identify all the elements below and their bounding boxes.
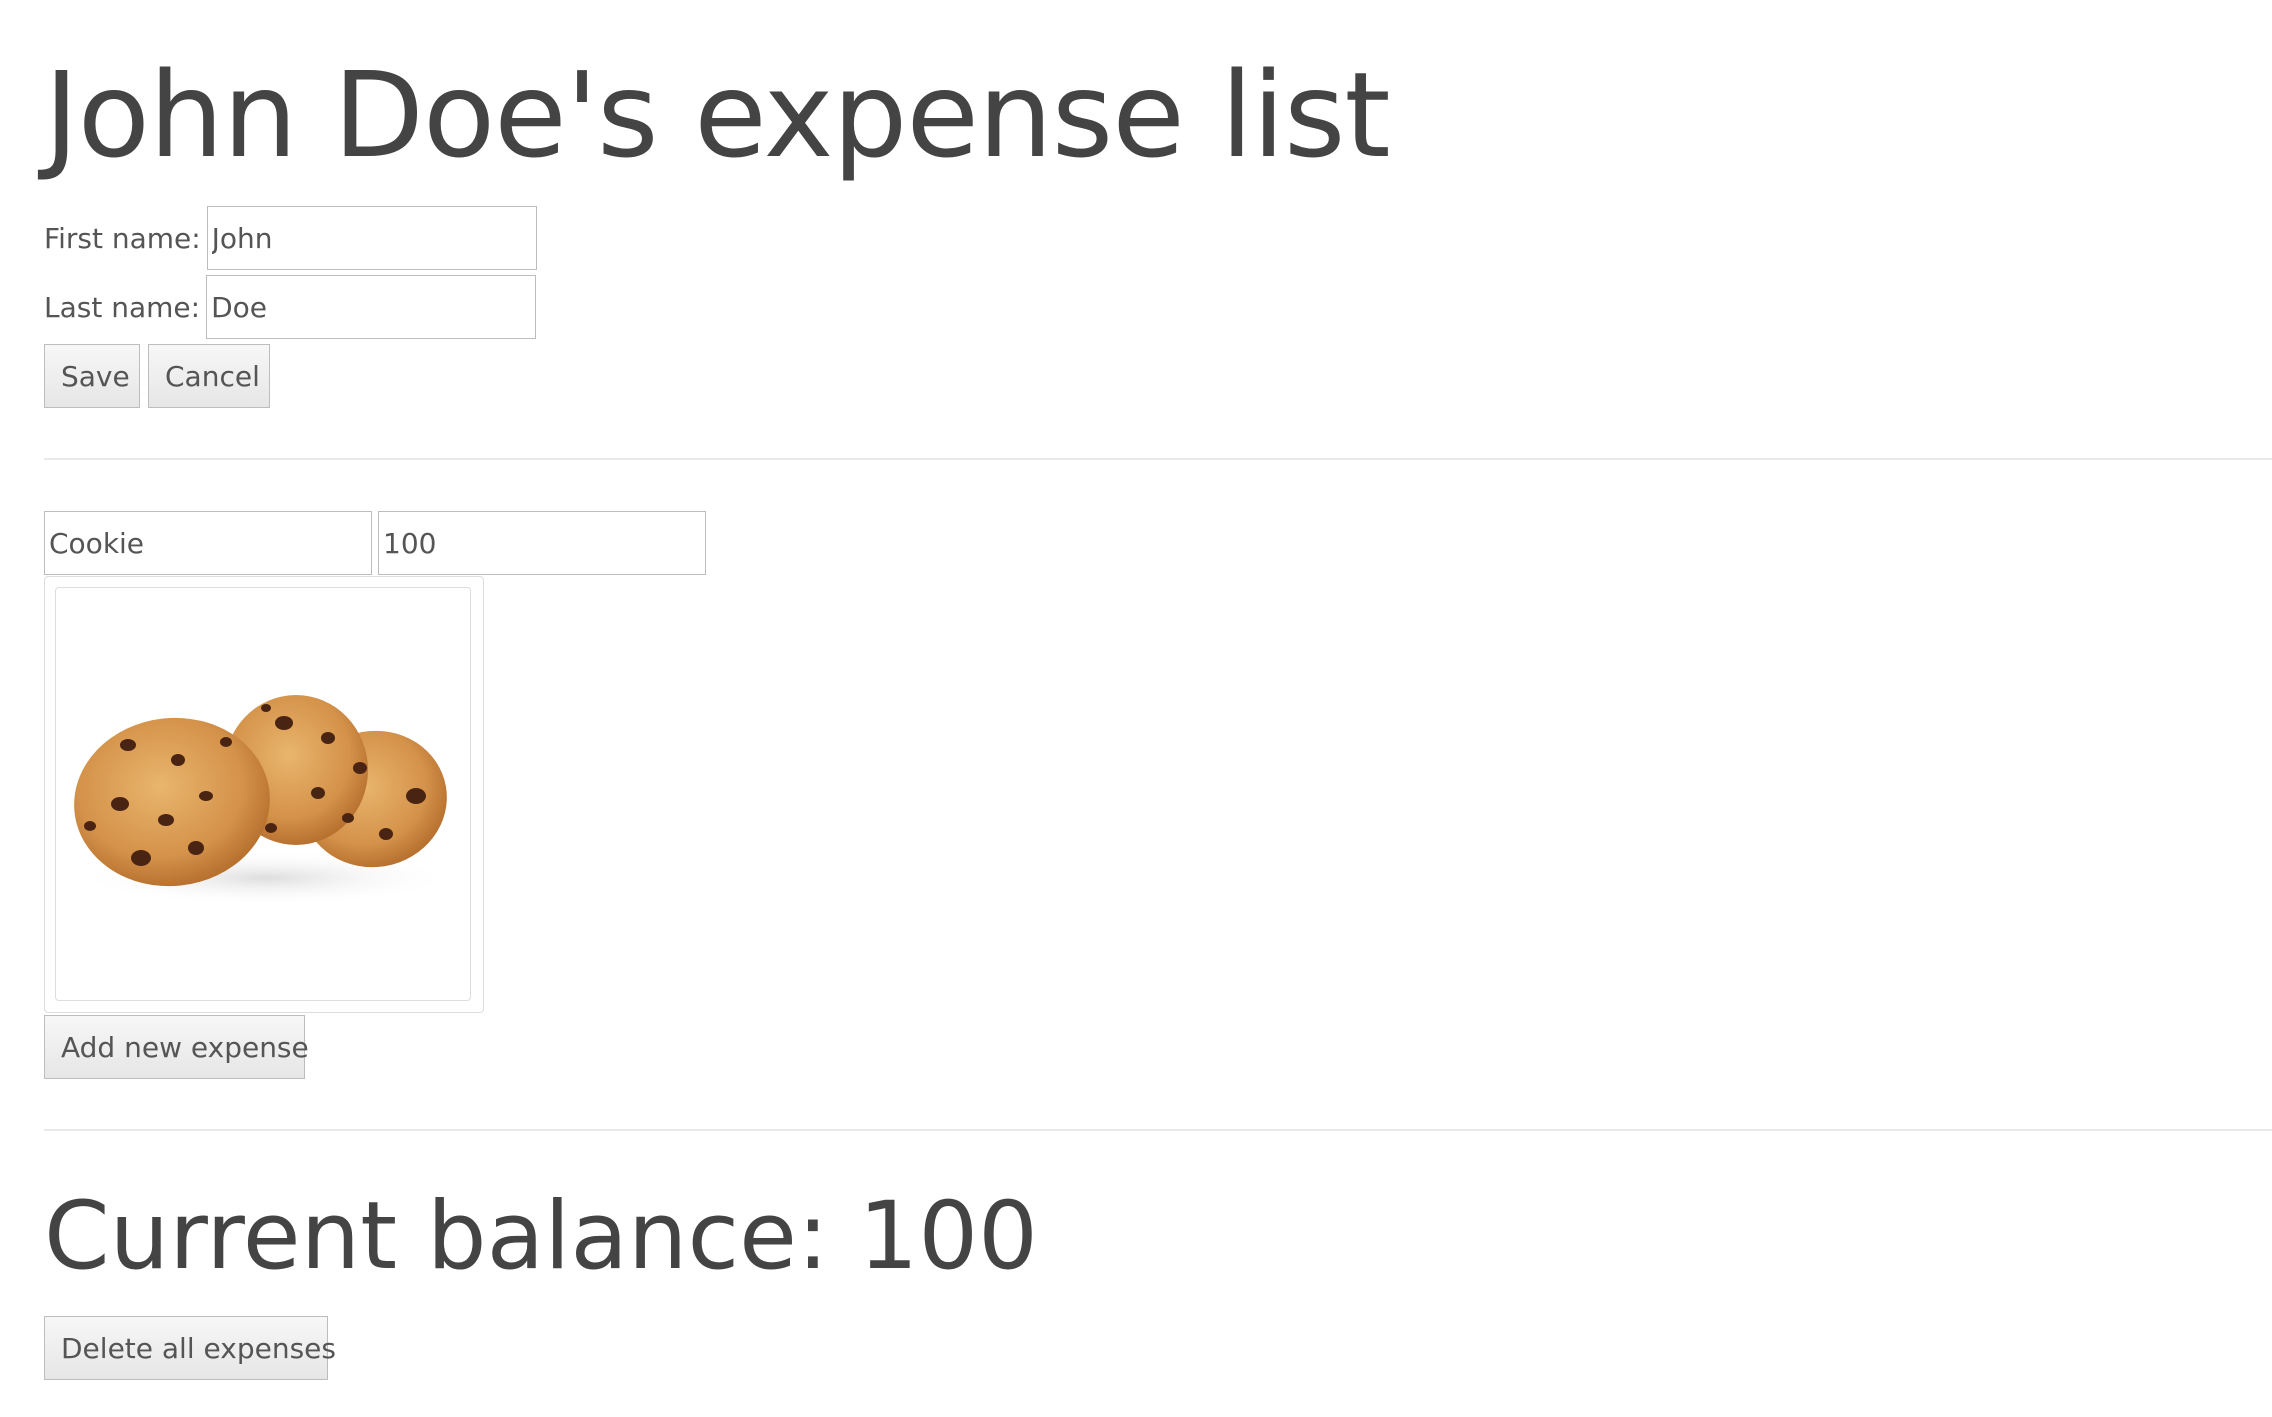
page-title: John Doe's expense list xyxy=(44,46,1391,184)
first-name-row: First name: xyxy=(44,206,537,270)
first-name-label: First name: xyxy=(44,221,201,255)
expense-name-input[interactable] xyxy=(44,511,372,575)
save-button[interactable]: Save xyxy=(44,344,140,408)
cancel-button[interactable]: Cancel xyxy=(148,344,270,408)
delete-all-expenses-button[interactable]: Delete all expenses xyxy=(44,1316,336,1380)
expense-amount-input[interactable] xyxy=(378,511,706,575)
add-expense-button[interactable]: Add new expense xyxy=(44,1015,309,1079)
current-balance: Current balance: 100 xyxy=(44,1182,1038,1291)
last-name-label: Last name: xyxy=(44,290,201,324)
expense-image-picker[interactable] xyxy=(44,576,484,1013)
cookie-image xyxy=(74,695,456,906)
first-name-input[interactable] xyxy=(206,206,537,270)
expense-image-preview xyxy=(55,587,471,1001)
last-name-row: Last name: xyxy=(44,275,537,339)
divider-top xyxy=(44,458,2272,460)
last-name-input[interactable] xyxy=(206,275,537,339)
divider-bottom xyxy=(44,1129,2272,1131)
